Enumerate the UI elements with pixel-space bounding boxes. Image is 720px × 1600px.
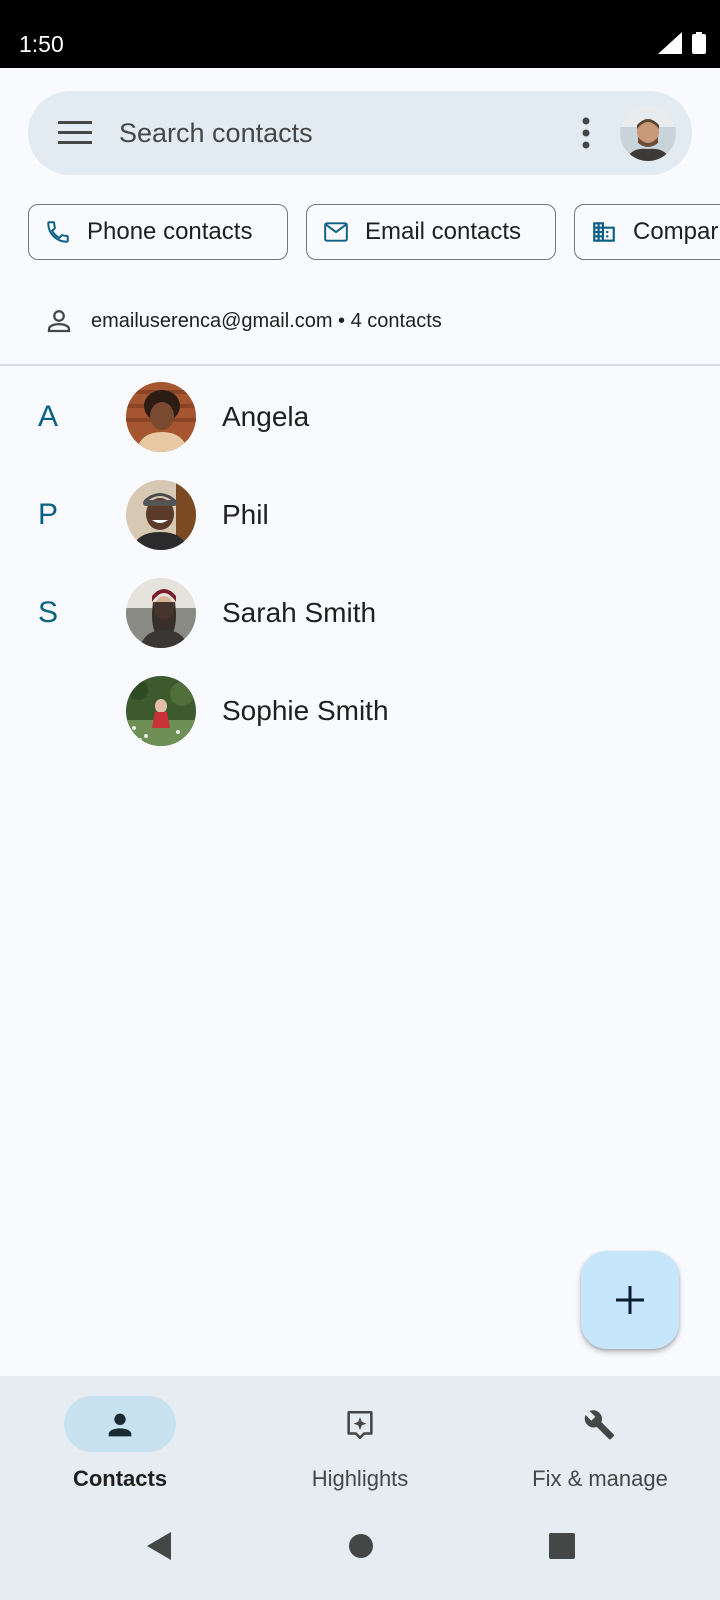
chip-phone-contacts[interactable]: Phone contacts xyxy=(28,204,288,260)
search-bar[interactable]: Search contacts xyxy=(28,91,692,175)
section-letter: S xyxy=(38,596,59,629)
contact-avatar xyxy=(126,578,196,648)
contact-avatar xyxy=(126,480,196,550)
chip-company[interactable]: Compar xyxy=(574,204,720,260)
nav-contacts[interactable]: Contacts xyxy=(0,1396,240,1506)
more-vert-icon[interactable] xyxy=(569,115,603,151)
contact-name: Sarah Smith xyxy=(222,597,377,628)
contact-row-phil[interactable]: P Phil xyxy=(0,466,720,564)
signal-icon xyxy=(658,32,682,54)
status-bar: 1:50 xyxy=(0,0,720,68)
contact-avatar xyxy=(126,382,196,452)
recents-icon[interactable] xyxy=(548,1530,576,1562)
person-icon xyxy=(108,1413,132,1437)
section-letter: P xyxy=(38,498,59,531)
add-icon xyxy=(616,1286,644,1314)
chip-email-contacts[interactable]: Email contacts xyxy=(306,204,556,260)
person-outline-icon xyxy=(47,310,71,333)
account-avatar[interactable] xyxy=(620,105,676,161)
contact-row-sophie-smith[interactable]: Sophie Smith xyxy=(0,662,720,760)
company-icon xyxy=(593,222,615,242)
section-letter: A xyxy=(38,400,59,433)
search-input[interactable]: Search contacts xyxy=(119,91,313,175)
contact-name: Phil xyxy=(222,499,269,530)
nav-label: Contacts xyxy=(72,1466,168,1491)
system-nav-bar xyxy=(0,1510,720,1600)
contact-avatar xyxy=(126,676,196,746)
chip-label: Compar xyxy=(633,218,719,245)
nav-label: Fix & manage xyxy=(532,1466,668,1491)
back-icon[interactable] xyxy=(145,1530,171,1562)
contact-name: Sophie Smith xyxy=(222,695,389,726)
chip-label: Phone contacts xyxy=(87,218,253,245)
menu-icon[interactable] xyxy=(58,118,92,148)
nav-fix-manage[interactable]: Fix & manage xyxy=(480,1396,720,1506)
contact-name: Angela xyxy=(222,401,310,432)
account-row[interactable]: emailuserenca@gmail.com • 4 contacts xyxy=(0,296,720,366)
wrench-icon xyxy=(584,1410,615,1440)
account-summary: emailuserenca@gmail.com • 4 contacts xyxy=(91,310,442,332)
contact-row-sarah-smith[interactable]: S Sarah Smith xyxy=(0,564,720,662)
status-icons xyxy=(658,32,706,54)
add-contact-button[interactable] xyxy=(581,1251,679,1349)
contact-row-angela[interactable]: A Angela xyxy=(0,368,720,466)
status-time: 1:50 xyxy=(19,31,64,57)
nav-highlights[interactable]: Highlights xyxy=(240,1396,480,1506)
divider xyxy=(0,364,720,366)
highlights-icon xyxy=(347,1410,373,1440)
home-icon[interactable] xyxy=(348,1530,374,1562)
nav-label: Highlights xyxy=(311,1466,409,1491)
battery-icon xyxy=(692,32,706,54)
chip-label: Email contacts xyxy=(365,218,522,245)
phone-icon xyxy=(47,221,69,243)
email-icon xyxy=(324,222,348,242)
filter-chips: Phone contacts Email contacts Compar xyxy=(28,204,720,260)
